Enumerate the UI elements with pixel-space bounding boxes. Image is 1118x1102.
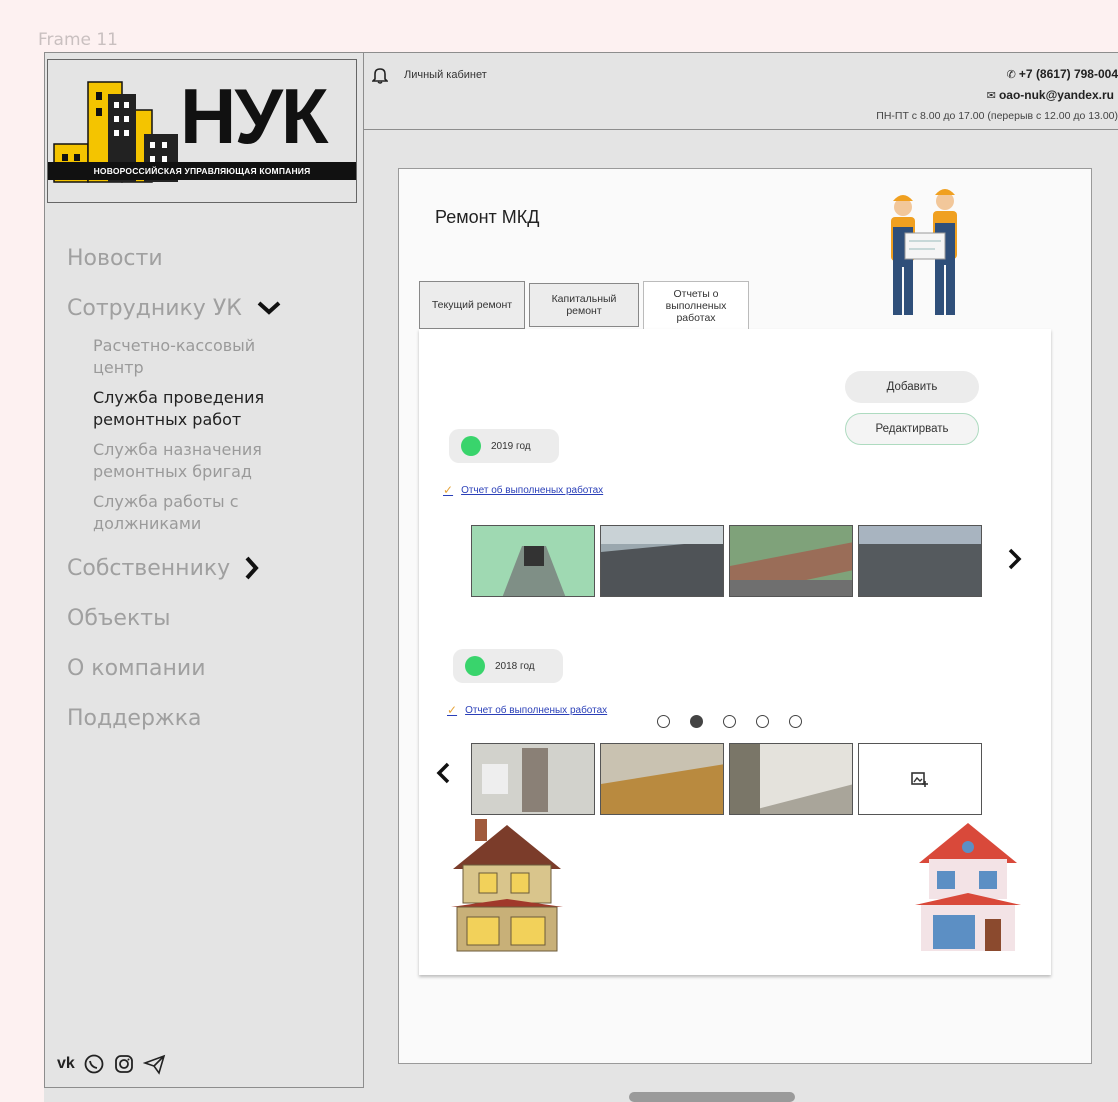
contacts-block: ✆ +7 (8617) 798-004 ✉ oao-nuk@yandex.ru …	[876, 64, 1118, 126]
subnav-label: Служба назначения	[93, 440, 262, 459]
company-logo[interactable]: НУК НОВОРОССИЙСКАЯ УПРАВЛЯЮЩАЯ КОМПАНИЯ	[47, 59, 357, 203]
tab-label-line: ремонт	[566, 305, 602, 317]
year-badge-2019[interactable]: 2019 год	[449, 429, 559, 463]
checkmark-icon: ✓	[447, 703, 458, 717]
photo-thumbnail[interactable]	[858, 525, 982, 597]
tab-label: Капитальный ремонт	[552, 293, 617, 317]
logo-tagline: НОВОРОССИЙСКАЯ УПРАВЛЯЮЩАЯ КОМПАНИЯ	[48, 162, 356, 180]
nav-item-label: Поддержка	[67, 705, 202, 731]
nav-item-about[interactable]: О компании	[67, 643, 357, 693]
photo-thumbnail[interactable]	[471, 743, 595, 815]
report-link-2018[interactable]: ✓ Отчет об выполненых работах	[447, 703, 607, 717]
subnav-label: Служба работы с	[93, 492, 239, 511]
pagination-dot[interactable]	[657, 715, 670, 728]
telegram-icon[interactable]	[142, 1053, 167, 1075]
add-button[interactable]: Добавить	[845, 371, 979, 403]
social-links: vk	[57, 1053, 167, 1075]
nav-item-owner[interactable]: Собственнику	[67, 543, 357, 593]
chevron-down-icon[interactable]	[256, 300, 282, 316]
old-house-illustration-icon	[451, 819, 563, 952]
frame-label: Frame 11	[38, 30, 119, 50]
photo-thumbnail[interactable]	[600, 743, 724, 815]
bell-icon[interactable]	[372, 66, 388, 84]
page-title: Ремонт МКД	[435, 207, 540, 227]
subnav-label: должниками	[93, 514, 202, 533]
vk-icon[interactable]: vk	[57, 1055, 75, 1073]
tab-current-repair[interactable]: Текущий ремонт	[419, 281, 525, 329]
chevron-right-icon[interactable]	[244, 555, 260, 581]
tab-label-line: работах	[676, 312, 716, 324]
photo-thumbnail[interactable]	[600, 525, 724, 597]
phone-row[interactable]: ✆ +7 (8617) 798-004	[876, 64, 1118, 85]
subnav-label: Расчетно-кассовый	[93, 336, 256, 355]
photo-thumbnail[interactable]	[471, 525, 595, 597]
tab-label-line: выполненых	[665, 300, 727, 312]
status-dot-icon	[465, 656, 485, 676]
mail-icon: ✉	[986, 90, 996, 102]
add-photo-slot[interactable]	[858, 743, 982, 815]
nav-item-objects[interactable]: Объекты	[67, 593, 357, 643]
tab-label: Отчеты о выполненых работах	[666, 288, 727, 324]
report-link-label: Отчет об выполненых работах	[465, 704, 608, 716]
chevron-left-icon[interactable]	[435, 761, 451, 785]
tab-capital-repair[interactable]: Капитальный ремонт	[529, 283, 639, 327]
subnav-label: ремонтных бригад	[93, 462, 252, 481]
year-badge-2018[interactable]: 2018 год	[453, 649, 563, 683]
sidebar-nav: Новости Сотруднику УК Расчетно-кассовый …	[67, 233, 357, 743]
subnav-item-cash-center[interactable]: Расчетно-кассовый центр	[67, 335, 357, 379]
subnav-label: Служба проведения	[93, 388, 265, 407]
edit-button[interactable]: Редактирвать	[845, 413, 979, 445]
sidebar: НУК НОВОРОССИЙСКАЯ УПРАВЛЯЮЩАЯ КОМПАНИЯ …	[44, 52, 364, 1088]
chevron-right-icon[interactable]	[1007, 547, 1023, 571]
phone-icon: ✆	[1006, 69, 1016, 81]
subnav-item-crews-service[interactable]: Служба назначения ремонтных бригад	[67, 439, 357, 483]
subnav-label: ремонтных работ	[93, 410, 242, 429]
nav-item-employee[interactable]: Сотруднику УК	[67, 283, 357, 333]
pagination-dots	[657, 715, 802, 728]
logo-wordmark: НУК	[180, 72, 328, 160]
working-hours: ПН-ПТ с 8.00 до 17.00 (перерыв с 12.00 д…	[876, 110, 1118, 122]
email-row[interactable]: ✉ oao-nuk@yandex.ru	[876, 85, 1114, 106]
pagination-dot[interactable]	[723, 715, 736, 728]
email-address: oao-nuk@yandex.ru	[998, 88, 1114, 102]
year-label: 2018 год	[495, 660, 535, 672]
instagram-icon[interactable]	[113, 1053, 135, 1075]
personal-cabinet-link[interactable]: Личный кабинет	[404, 69, 487, 81]
nav-item-news[interactable]: Новости	[67, 233, 357, 283]
tab-label-line: Капитальный	[551, 293, 617, 305]
horizontal-scrollbar[interactable]	[629, 1092, 795, 1102]
nav-item-label: Сотруднику УК	[67, 295, 242, 321]
nav-item-label: Новости	[67, 245, 163, 271]
top-bar: Личный кабинет ✆ +7 (8617) 798-004 ✉ oao…	[364, 52, 1118, 130]
subnav-item-debtors-service[interactable]: Служба работы с должниками	[67, 491, 357, 535]
whatsapp-icon[interactable]	[83, 1053, 105, 1075]
nav-item-label: О компании	[67, 655, 206, 681]
checkmark-icon: ✓	[443, 483, 454, 497]
report-link-2019[interactable]: ✓ Отчет об выполненых работах	[443, 483, 603, 497]
tab-label-line: Отчеты о	[673, 288, 719, 300]
tab-label: Текущий ремонт	[431, 299, 513, 311]
photo-thumbnail[interactable]	[729, 743, 853, 815]
year-label: 2019 год	[491, 440, 531, 452]
workers-illustration-icon	[891, 189, 957, 315]
subnav-label: центр	[93, 358, 144, 377]
new-house-illustration-icon	[915, 823, 1021, 951]
pagination-dot[interactable]	[756, 715, 769, 728]
add-image-icon	[911, 772, 928, 787]
nav-item-label: Объекты	[67, 605, 171, 631]
status-dot-icon	[461, 436, 481, 456]
report-link-label: Отчет об выполненых работах	[461, 484, 604, 496]
pagination-dot-active[interactable]	[690, 715, 703, 728]
nav-item-label: Собственнику	[67, 555, 231, 581]
app-window: НУК НОВОРОССИЙСКАЯ УПРАВЛЯЮЩАЯ КОМПАНИЯ …	[44, 52, 1118, 1102]
nav-item-support[interactable]: Поддержка	[67, 693, 357, 743]
photo-thumbnail[interactable]	[729, 525, 853, 597]
subnav-item-repair-service[interactable]: Служба проведения ремонтных работ	[67, 387, 357, 431]
main-content-card: Ремонт МКД Текущий ремонт Капитальный ре…	[398, 168, 1092, 1064]
pagination-dot[interactable]	[789, 715, 802, 728]
phone-number: +7 (8617) 798-004	[1018, 67, 1118, 81]
reports-panel: Добавить Редактирвать 2019 год ✓ Отчет о…	[419, 329, 1051, 975]
